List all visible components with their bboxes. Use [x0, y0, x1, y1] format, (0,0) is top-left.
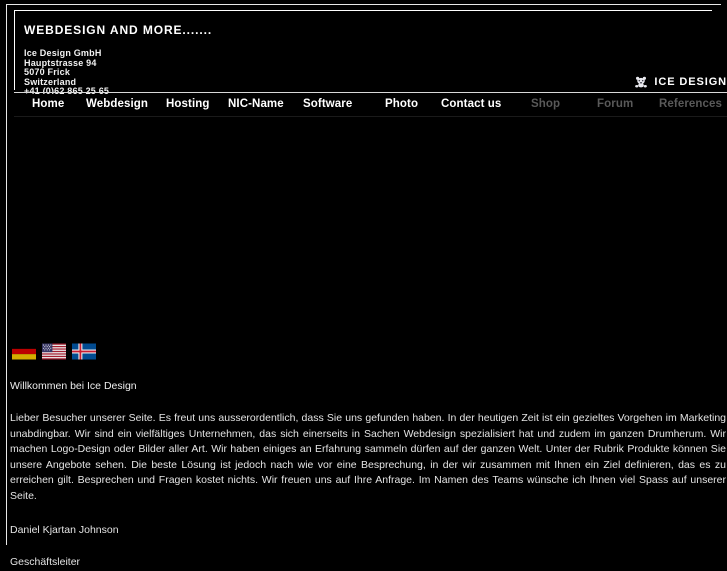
main-navigation[interactable]: Home Webdesign Hosting NIC-Name Software Phot…: [14, 94, 727, 114]
nav-item-shop: Shop: [531, 98, 561, 110]
header-top-border: [14, 10, 712, 11]
flag-iceland-icon[interactable]: [72, 343, 96, 360]
flag-germany-icon[interactable]: [12, 343, 36, 360]
nav-item-forum: Forum: [597, 98, 634, 110]
page-title: WEBDESIGN AND MORE.......: [24, 23, 213, 37]
top-divider: [6, 4, 721, 5]
nav-item-home[interactable]: Home: [32, 94, 64, 114]
nav-item-software[interactable]: Software: [303, 94, 352, 114]
welcome-heading: Willkommen bei Ice Design: [10, 380, 137, 392]
nav-item-nic-name[interactable]: NIC-Name: [228, 94, 284, 114]
header-left-border: [14, 10, 15, 90]
nav-item-references: References: [659, 98, 723, 110]
intro-paragraph: Lieber Besucher unserer Seite. Es freut …: [10, 412, 726, 502]
banner-stage: [14, 118, 727, 336]
company-address: Ice Design GmbH Hauptstrasse 94 5070 Fri…: [24, 48, 109, 97]
page-root: WEBDESIGN AND MORE....... Ice Design Gmb…: [0, 0, 727, 568]
nav-top-divider: [14, 92, 727, 93]
main-content: Willkommen bei Ice Design Lieber Besuche…: [10, 380, 726, 571]
polar-bear-icon: [635, 76, 648, 88]
nav-item-contact-us[interactable]: Contact us: [441, 94, 501, 114]
header: WEBDESIGN AND MORE....... Ice Design Gmb…: [14, 10, 712, 96]
signature-role: Geschäftsleiter: [10, 556, 81, 569]
left-divider: [6, 4, 7, 545]
nav-item-hosting[interactable]: Hosting: [166, 94, 210, 114]
brand-name: ICE DESIGN: [654, 76, 727, 88]
nav-item-photo[interactable]: Photo: [385, 94, 418, 114]
flag-usa-icon[interactable]: [42, 343, 66, 360]
language-switcher[interactable]: [12, 343, 96, 360]
nav-item-webdesign[interactable]: Webdesign: [86, 94, 148, 114]
signature-name: Daniel Kjartan Johnson: [10, 523, 119, 536]
nav-bottom-divider: [14, 116, 727, 117]
brand-logo[interactable]: ICE DESIGN: [633, 74, 727, 90]
